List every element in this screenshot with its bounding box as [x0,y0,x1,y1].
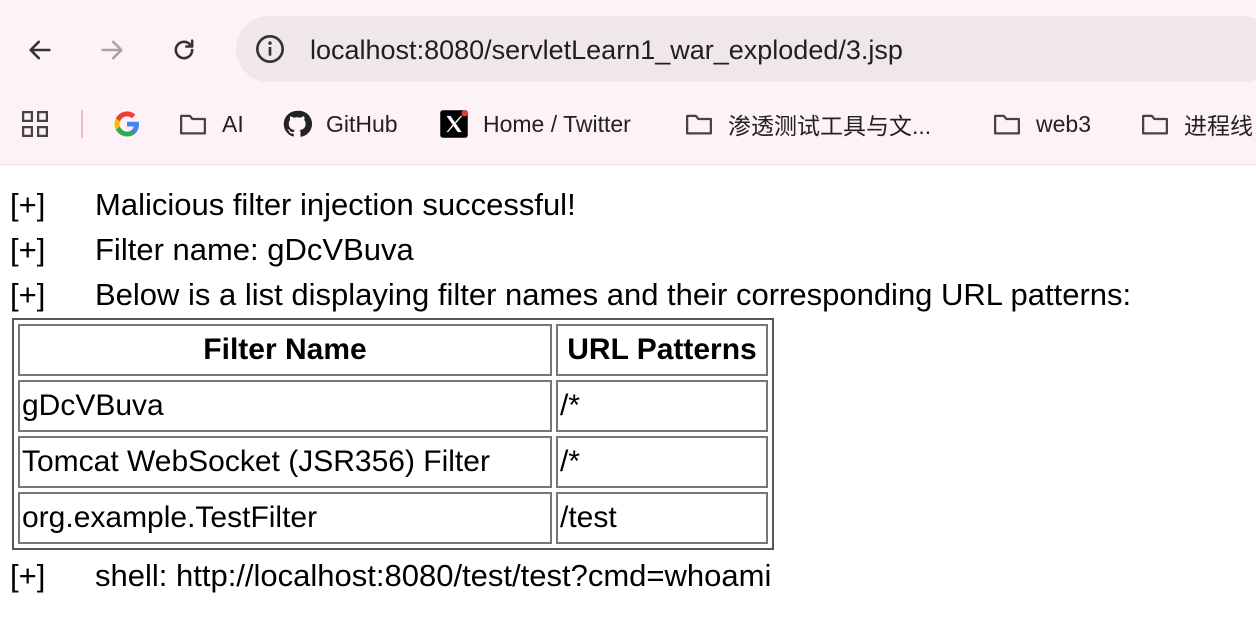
url-pattern-cell: /* [556,380,768,432]
bookmark-folder-web3[interactable]: web3 [992,108,1091,140]
bookmark-label: Home / Twitter [483,110,631,137]
status-tag: [+] [10,232,46,267]
bookmarks-bar: AI GitHub Home / Twitter 渗透测试工具与文... web… [0,100,1256,148]
filter-name-cell: Tomcat WebSocket (JSR356) Filter [18,436,552,488]
browser-chrome: localhost:8080/servletLearn1_war_explode… [0,0,1256,165]
status-text: Filter name: gDcVBuva [95,232,414,267]
filter-name-cell: org.example.TestFilter [18,492,552,544]
bookmark-label: GitHub [326,110,398,137]
table-row: gDcVBuva /* [18,380,768,432]
filter-table: Filter Name URL Patterns gDcVBuva /* Tom… [12,318,774,550]
url-text[interactable]: localhost:8080/servletLearn1_war_explode… [310,34,903,66]
url-pattern-cell: /test [556,492,768,544]
apps-button[interactable] [20,108,50,140]
back-button[interactable] [22,32,58,68]
shell-url-text: shell: http://localhost:8080/test/test?c… [95,558,772,593]
bookmark-folder-pentest[interactable]: 渗透测试工具与文... [684,108,931,140]
bookmark-github[interactable]: GitHub [282,108,398,140]
bookmark-twitter[interactable]: Home / Twitter [439,108,631,140]
folder-icon [180,114,206,135]
status-line: [+] Below is a list displaying filter nam… [10,275,1131,315]
table-header-row: Filter Name URL Patterns [18,324,768,376]
google-icon [114,111,139,137]
folder-icon [1142,114,1168,135]
forward-button[interactable] [94,32,130,68]
bookmark-google[interactable] [112,108,156,140]
bookmark-label: 进程线 [1184,113,1253,139]
x-twitter-icon [440,110,468,138]
address-bar[interactable]: localhost:8080/servletLearn1_war_explode… [236,16,1256,82]
reload-button[interactable] [166,32,202,68]
navigation-row: localhost:8080/servletLearn1_war_explode… [0,14,1256,86]
arrow-right-icon [101,40,123,60]
bookmark-label: 渗透测试工具与文... [728,113,932,139]
bookmark-label: web3 [1036,110,1091,137]
status-tag: [+] [10,558,46,593]
column-header-filter-name: Filter Name [18,324,552,376]
folder-icon [994,114,1020,135]
status-line: [+] Malicious filter injection successful… [10,185,576,225]
arrow-left-icon [29,40,51,60]
bookmark-label: AI [222,110,244,137]
table-row: Tomcat WebSocket (JSR356) Filter /* [18,436,768,488]
status-line: [+] shell: http://localhost:8080/test/tes… [10,556,771,596]
table-row: org.example.TestFilter /test [18,492,768,544]
bookmarks-divider [81,110,83,138]
page-content: [+] Malicious filter injection successful… [0,166,1256,626]
bookmark-folder-process[interactable]: 进程线 [1140,108,1253,140]
status-text: Below is a list displaying filter names … [95,277,1132,312]
column-header-url-patterns: URL Patterns [556,324,768,376]
github-icon [283,110,312,137]
url-pattern-cell: /* [556,436,768,488]
folder-icon [686,114,712,135]
reload-icon [174,39,194,60]
apps-grid-icon [22,111,48,137]
bookmark-folder-ai[interactable]: AI [178,108,244,140]
filter-name-cell: gDcVBuva [18,380,552,432]
status-line: [+] Filter name: gDcVBuva [10,230,414,270]
status-tag: [+] [10,277,46,312]
status-tag: [+] [10,187,46,222]
site-info-icon[interactable] [254,33,286,65]
status-text: Malicious filter injection successful! [95,187,576,222]
